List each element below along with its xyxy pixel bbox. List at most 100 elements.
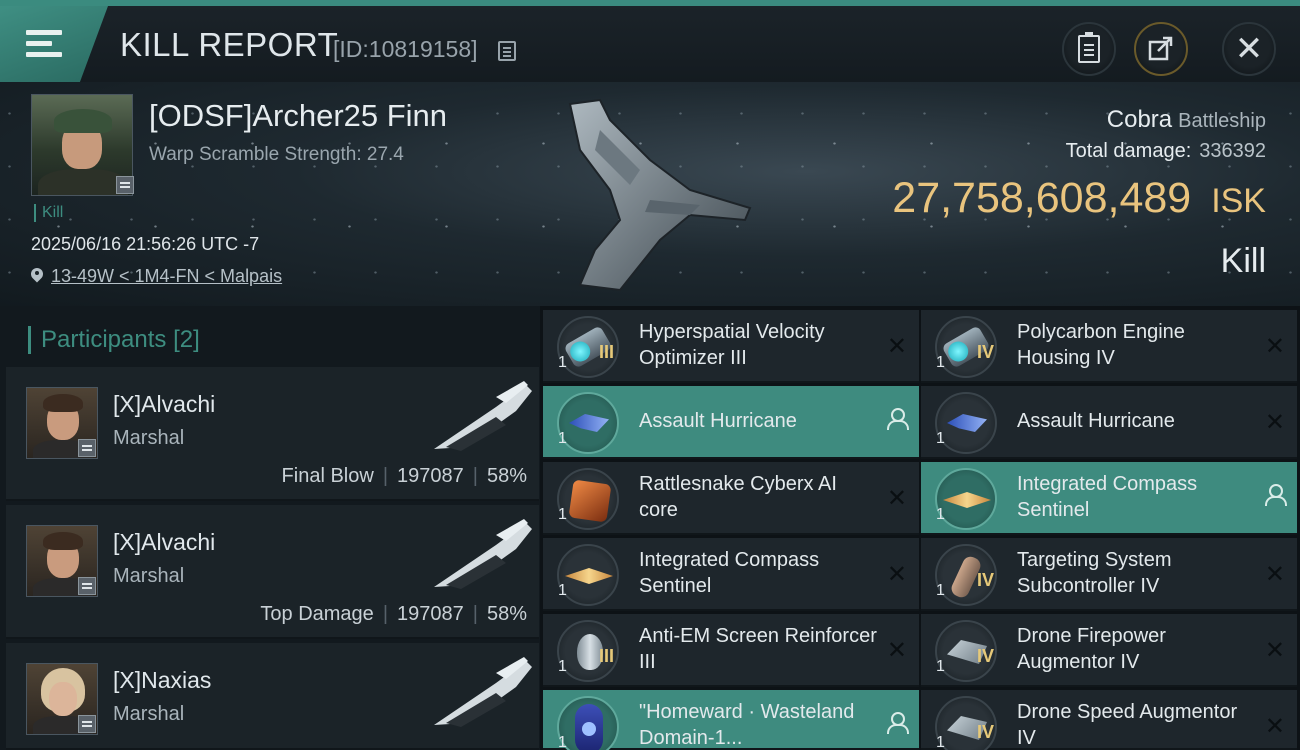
item-name: Rattlesnake Cyberx AI core bbox=[639, 473, 837, 521]
participant-corp: Marshal bbox=[113, 703, 185, 725]
participant-percent: 58% bbox=[486, 603, 527, 625]
participants-label: Participants bbox=[41, 326, 167, 353]
destroyed-icon: ✕ bbox=[1264, 713, 1285, 740]
item-quantity: 1 bbox=[936, 582, 945, 599]
participant-stats: Final Blow | 197087 | 58% bbox=[281, 465, 527, 487]
participant-percent: 58% bbox=[486, 465, 527, 487]
item-tile[interactable]: 1 Rattlesnake Cyberx AI core ✕ bbox=[543, 462, 919, 535]
item-level: IV bbox=[977, 646, 995, 666]
participants-header: Participants [2] bbox=[28, 326, 200, 354]
item-quantity: 1 bbox=[936, 658, 945, 675]
participant-ship-icon bbox=[434, 381, 532, 451]
participant-stats: Top Damage | 197087 | 58% bbox=[260, 603, 527, 625]
participants-count: [2] bbox=[173, 326, 200, 353]
isk-amount: 27,758,608,489 bbox=[892, 174, 1192, 222]
destroyed-icon: ✕ bbox=[886, 561, 907, 588]
item-name: Assault Hurricane bbox=[1017, 410, 1175, 432]
participant-ship-icon bbox=[434, 657, 532, 727]
destroyed-icon: ✕ bbox=[886, 637, 907, 664]
participant-ship-icon bbox=[434, 519, 532, 589]
item-tile[interactable]: 1 IV Drone Speed Augmentor IV ✕ bbox=[921, 690, 1297, 750]
participant-corp: Marshal bbox=[113, 565, 185, 587]
item-quantity: 1 bbox=[936, 734, 945, 750]
item-name: Assault Hurricane bbox=[639, 410, 797, 432]
item-quantity: 1 bbox=[558, 734, 567, 750]
item-tile[interactable]: 1 Assault Hurricane ✕ bbox=[921, 386, 1297, 459]
share-icon bbox=[1148, 36, 1173, 61]
menu-button[interactable] bbox=[0, 6, 108, 82]
close-button[interactable]: ✕ bbox=[1222, 22, 1276, 76]
item-tile[interactable]: 1 Integrated Compass Sentinel bbox=[921, 462, 1297, 535]
item-quantity: 1 bbox=[558, 506, 567, 523]
participant-role: Top Damage bbox=[260, 603, 374, 625]
copy-id-icon[interactable] bbox=[498, 41, 516, 61]
item-level: III bbox=[599, 646, 615, 666]
location-link[interactable]: 13-49W < 1M4-FN < Malpais bbox=[51, 266, 282, 286]
participant-damage: 197087 bbox=[397, 603, 464, 625]
hamburger-icon bbox=[26, 30, 62, 58]
destroyed-icon: ✕ bbox=[1264, 333, 1285, 360]
participant-info-icon[interactable] bbox=[78, 577, 96, 595]
item-quantity: 1 bbox=[936, 430, 945, 447]
item-tile[interactable]: 1 IV Targeting System Subcontroller IV ✕ bbox=[921, 538, 1297, 611]
dropped-person-icon bbox=[887, 712, 909, 734]
participant-name[interactable]: [X]Alvachi bbox=[113, 529, 215, 556]
participant-row[interactable]: [X]Alvachi Marshal Top Damage | 197087 | 58% bbox=[6, 505, 539, 639]
ship-name: Cobra bbox=[1106, 106, 1173, 133]
total-damage-label: Total damage: bbox=[1065, 140, 1192, 162]
item-quantity: 1 bbox=[558, 430, 567, 447]
kill-location[interactable]: 13-49W < 1M4-FN < Malpais bbox=[31, 266, 282, 287]
clipboard-icon bbox=[1078, 32, 1100, 63]
item-tile[interactable]: 1 IV Drone Firepower Augmentor IV ✕ bbox=[921, 614, 1297, 687]
item-name: Anti-EM Screen Reinforcer III bbox=[639, 625, 877, 673]
item-level: IV bbox=[977, 570, 995, 590]
item-level: IV bbox=[977, 722, 995, 742]
item-quantity: 1 bbox=[558, 658, 567, 675]
item-name: Drone Speed Augmentor IV bbox=[1017, 701, 1238, 749]
participant-info-icon[interactable] bbox=[78, 715, 96, 733]
item-name: "Homeward · Wasteland Domain-1... bbox=[639, 701, 855, 749]
participant-row[interactable]: [X]Naxias Marshal bbox=[6, 643, 539, 750]
isk-value: 27,758,608,489 ISK bbox=[892, 174, 1266, 223]
destroyed-icon: ✕ bbox=[1264, 561, 1285, 588]
report-id: [ID:10819158] bbox=[333, 36, 478, 62]
item-quantity: 1 bbox=[936, 506, 945, 523]
item-name: Integrated Compass Sentinel bbox=[639, 549, 820, 597]
victim-info-icon[interactable] bbox=[116, 176, 134, 194]
report-details-button[interactable] bbox=[1062, 22, 1116, 76]
destroyed-icon: ✕ bbox=[886, 485, 907, 512]
item-tile[interactable]: 1 Integrated Compass Sentinel ✕ bbox=[543, 538, 919, 611]
destroyed-icon: ✕ bbox=[1264, 409, 1285, 436]
victim-ship[interactable]: Cobra Battleship bbox=[1107, 106, 1266, 134]
location-pin-icon bbox=[31, 268, 43, 284]
item-tile[interactable]: 1 III Hyperspatial Velocity Optimizer II… bbox=[543, 310, 919, 383]
close-icon: ✕ bbox=[1234, 30, 1264, 68]
participant-damage: 197087 bbox=[397, 465, 464, 487]
item-level: IV bbox=[977, 342, 995, 362]
item-quantity: 1 bbox=[558, 354, 567, 371]
item-name: Integrated Compass Sentinel bbox=[1017, 473, 1198, 521]
participant-role: Final Blow bbox=[281, 465, 374, 487]
ship-class: Battleship bbox=[1178, 110, 1266, 132]
destroyed-icon: ✕ bbox=[1264, 637, 1285, 664]
item-name: Hyperspatial Velocity Optimizer III bbox=[639, 321, 825, 369]
result-label: Kill bbox=[1220, 242, 1266, 280]
participant-info-icon[interactable] bbox=[78, 439, 96, 457]
participant-name[interactable]: [X]Naxias bbox=[113, 667, 211, 694]
warp-scramble-strength: Warp Scramble Strength: 27.4 bbox=[149, 144, 404, 165]
destroyed-icon: ✕ bbox=[886, 333, 907, 360]
isk-unit: ISK bbox=[1211, 182, 1266, 220]
item-tile[interactable]: 1 IV Polycarbon Engine Housing IV ✕ bbox=[921, 310, 1297, 383]
victim-panel: [ODSF]Archer25 Finn Warp Scramble Streng… bbox=[0, 82, 1300, 306]
item-tile[interactable]: 1 Assault Hurricane bbox=[543, 386, 919, 459]
item-quantity: 1 bbox=[558, 582, 567, 599]
item-name: Polycarbon Engine Housing IV bbox=[1017, 321, 1185, 369]
item-tile[interactable]: 1 III Anti-EM Screen Reinforcer III ✕ bbox=[543, 614, 919, 687]
item-tile[interactable]: 1 "Homeward · Wasteland Domain-1... bbox=[543, 690, 919, 750]
item-name: Drone Firepower Augmentor IV bbox=[1017, 625, 1166, 673]
participant-name[interactable]: [X]Alvachi bbox=[113, 391, 215, 418]
victim-name[interactable]: [ODSF]Archer25 Finn bbox=[149, 98, 447, 134]
dropped-person-icon bbox=[1265, 484, 1287, 506]
participant-row[interactable]: [X]Alvachi Marshal Final Blow | 197087 | 58% bbox=[6, 367, 539, 501]
share-button[interactable] bbox=[1134, 22, 1188, 76]
